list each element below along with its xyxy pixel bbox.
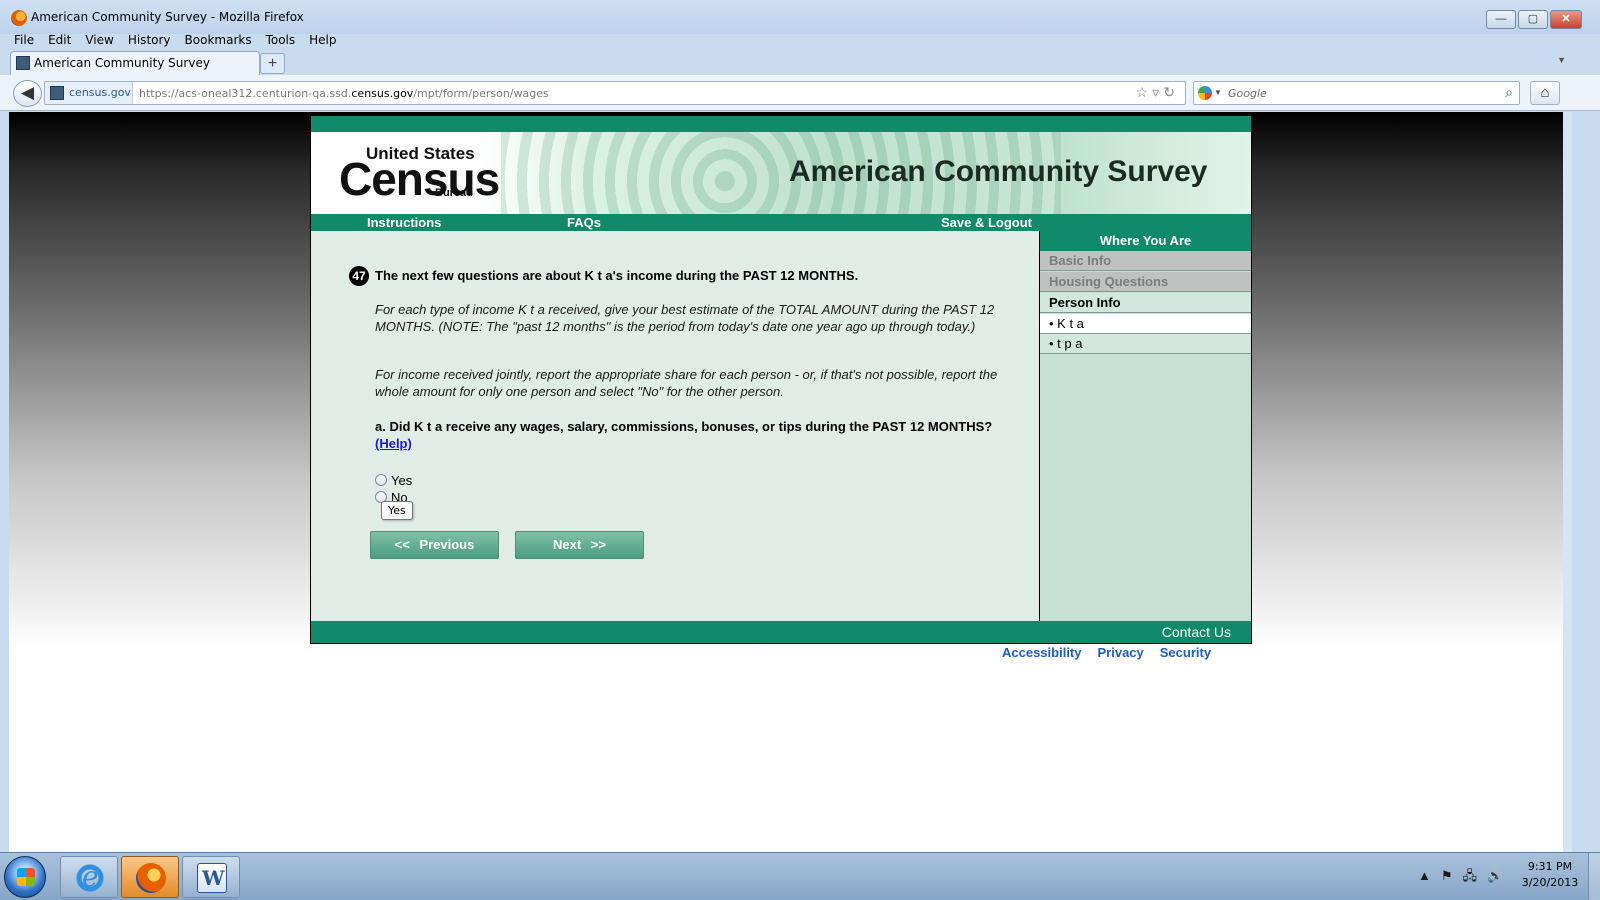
home-button[interactable]: ⌂: [1530, 81, 1560, 105]
site-top-strip: [311, 116, 1251, 132]
url-text[interactable]: https://acs-oneal312.centurion-qa.ssd.ce…: [139, 87, 549, 100]
site-footer: Contact Us: [311, 621, 1251, 643]
minimize-button[interactable]: —: [1486, 10, 1516, 29]
site-title: American Community Survey: [789, 155, 1208, 188]
nav-faqs[interactable]: FAQs: [567, 215, 601, 230]
firefox-logo-icon: [11, 10, 27, 26]
census-bureau-logo[interactable]: United States Census Bureau: [339, 144, 500, 205]
url-bar[interactable]: census.gov https://acs-oneal312.centurio…: [44, 81, 1186, 105]
network-icon[interactable]: 🖧: [1463, 868, 1488, 883]
window-right-edge: [1563, 112, 1572, 852]
menu-bar: File Edit View History Bookmarks Tools Help: [0, 30, 1600, 50]
menu-bookmarks[interactable]: Bookmarks: [185, 30, 252, 50]
contact-us-link[interactable]: Contact Us: [1162, 624, 1231, 640]
sidebar-item-basic-info[interactable]: Basic Info: [1040, 251, 1251, 271]
nav-save-logout[interactable]: Save & Logout: [941, 215, 1032, 230]
tab-strip: American Community Survey + ▼: [0, 50, 1600, 75]
menu-edit[interactable]: Edit: [48, 30, 71, 50]
menu-file[interactable]: File: [14, 30, 34, 50]
radio-yes[interactable]: [375, 474, 387, 486]
search-input[interactable]: Google: [1228, 87, 1267, 100]
maximize-button[interactable]: ▢: [1518, 10, 1548, 29]
url-suffix: /mpt/form/person/wages: [413, 87, 549, 100]
question-panel: 47 The next few questions are about K t …: [311, 231, 1039, 621]
start-button[interactable]: [4, 856, 46, 898]
clock[interactable]: 9:31 PM 3/20/2013: [1520, 859, 1580, 891]
url-prefix: https://acs-oneal312.centurion-qa.ssd.: [139, 87, 352, 100]
google-engine-icon[interactable]: [1198, 86, 1212, 100]
menu-tools[interactable]: Tools: [266, 30, 296, 50]
search-magnifier-icon[interactable]: ⌕: [1505, 84, 1513, 101]
show-desktop-button[interactable]: [1588, 853, 1600, 900]
previous-button[interactable]: << Previous: [370, 531, 499, 559]
window-title: American Community Survey - Mozilla Fire…: [31, 10, 304, 24]
tab-list-chevron-down-icon[interactable]: ▼: [1557, 55, 1566, 65]
new-tab-button[interactable]: +: [260, 53, 285, 74]
accessibility-link[interactable]: Accessibility: [1002, 645, 1082, 660]
census-favicon-icon: [50, 86, 64, 100]
system-tray: ▲⚑🖧🔊: [1418, 867, 1513, 889]
site-identity-label: census.gov: [69, 86, 131, 99]
volume-icon[interactable]: 🔊: [1487, 868, 1513, 883]
clock-date: 3/20/2013: [1521, 876, 1579, 889]
help-link[interactable]: (Help): [375, 436, 412, 451]
menu-view[interactable]: View: [85, 30, 113, 50]
privacy-link[interactable]: Privacy: [1098, 645, 1144, 660]
window-controls: — ▢ ✕: [1486, 10, 1582, 29]
site-nav: Instructions FAQs Save & Logout: [311, 214, 1251, 231]
close-window-button[interactable]: ✕: [1550, 10, 1582, 29]
back-button[interactable]: ◀: [13, 80, 42, 107]
sidebar-item-person-tpa[interactable]: • t p a: [1040, 334, 1251, 354]
taskbar: ▲⚑🖧🔊 9:31 PM 3/20/2013: [0, 852, 1600, 900]
taskbar-word[interactable]: [182, 856, 240, 898]
engine-dropdown-icon[interactable]: ▼: [1214, 88, 1222, 97]
show-hidden-icons-icon[interactable]: ▲: [1418, 868, 1441, 883]
firefox-icon: [136, 863, 166, 893]
site-banner: United States Census Bureau American Com…: [311, 132, 1251, 214]
sidebar-item-person-kta[interactable]: • K t a: [1040, 314, 1251, 334]
question-joint-income-note: For income received jointly, report the …: [375, 367, 998, 399]
tab-label: American Community Survey: [34, 56, 210, 70]
footer-links: Accessibility Privacy Security: [1002, 645, 1211, 660]
reload-icon[interactable]: ↻: [1163, 84, 1179, 100]
question-heading: The next few questions are about K t a's…: [375, 268, 859, 283]
history-dropdown-icon[interactable]: ▿: [1152, 84, 1163, 100]
tooltip: Yes: [381, 501, 413, 520]
question-instructions: For each type of income K t a received, …: [375, 302, 995, 334]
census-favicon-icon: [16, 56, 30, 70]
logo-census: Census: [339, 153, 500, 205]
sidebar-heading: Where You Are: [1040, 231, 1251, 251]
question-wages-text: a. Did K t a receive any wages, salary, …: [375, 419, 993, 434]
option-yes-label[interactable]: Yes: [391, 473, 412, 488]
search-bar[interactable]: ▼ Google ⌕: [1193, 81, 1520, 105]
option-yes[interactable]: Yes: [375, 473, 412, 488]
clock-time: 9:31 PM: [1527, 860, 1573, 873]
survey-page: United States Census Bureau American Com…: [310, 115, 1252, 644]
tab-american-community-survey[interactable]: American Community Survey: [10, 51, 260, 75]
url-bar-actions: ☆▿↻: [1136, 84, 1179, 101]
menu-help[interactable]: Help: [309, 30, 336, 50]
taskbar-firefox[interactable]: [121, 856, 179, 898]
logo-bureau: Bureau: [435, 187, 473, 199]
security-link[interactable]: Security: [1160, 645, 1211, 660]
navigation-toolbar: ◀ census.gov https://acs-oneal312.centur…: [0, 75, 1600, 111]
word-icon: [197, 863, 227, 893]
sidebar-item-housing-questions[interactable]: Housing Questions: [1040, 272, 1251, 292]
nav-instructions[interactable]: Instructions: [367, 215, 441, 230]
next-button[interactable]: Next >>: [515, 531, 644, 559]
question-wages: a. Did K t a receive any wages, salary, …: [375, 418, 1005, 452]
taskbar-internet-explorer[interactable]: [60, 856, 118, 898]
bookmark-star-icon[interactable]: ☆: [1136, 84, 1153, 100]
question-number-badge: 47: [349, 266, 369, 286]
where-you-are-sidebar: Where You Are Basic Info Housing Questio…: [1039, 231, 1251, 621]
site-identity-button[interactable]: census.gov: [45, 82, 133, 104]
internet-explorer-icon: [75, 860, 105, 893]
url-domain: census.gov: [351, 87, 414, 100]
window-titlebar: American Community Survey - Mozilla Fire…: [0, 0, 1600, 34]
action-center-flag-icon[interactable]: ⚑: [1441, 868, 1463, 883]
sidebar-item-person-info: Person Info: [1040, 293, 1251, 313]
page-viewport: United States Census Bureau American Com…: [9, 112, 1572, 852]
menu-history[interactable]: History: [128, 30, 171, 50]
